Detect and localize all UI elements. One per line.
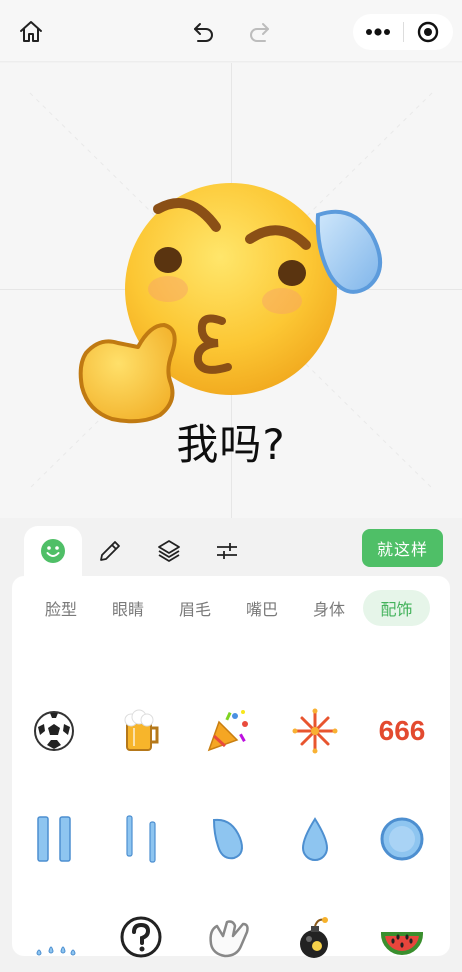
- accessory-item[interactable]: [367, 902, 437, 972]
- category-tab-mouth[interactable]: 嘴巴: [235, 590, 289, 626]
- category-tab-eyebrows[interactable]: 眉毛: [168, 590, 222, 626]
- category-tab-face[interactable]: 脸型: [34, 590, 88, 626]
- tear-streams-icon: [37, 816, 71, 862]
- close-mini-program-button[interactable]: [404, 14, 454, 50]
- home-button[interactable]: [12, 14, 50, 50]
- accessory-item[interactable]: [19, 902, 89, 972]
- accessory-item[interactable]: [106, 804, 176, 874]
- more-dots-icon: [365, 28, 390, 36]
- beer-mug-icon: [124, 709, 159, 751]
- target-icon: [418, 21, 439, 43]
- sweat-drop-icon: [212, 818, 243, 860]
- accessory-item[interactable]: [106, 902, 176, 972]
- more-button[interactable]: [353, 14, 403, 50]
- category-tabs: 脸型 眼睛 眉毛 嘴巴 身体 配饰: [12, 590, 450, 626]
- soccer-ball-icon: [34, 711, 74, 751]
- accessory-item[interactable]: [280, 804, 350, 874]
- redo-button[interactable]: [241, 14, 277, 50]
- blue-ring-icon: [380, 817, 424, 861]
- tool-pencil-tab[interactable]: [81, 526, 139, 576]
- done-button[interactable]: 就这样: [362, 529, 443, 567]
- thin-tear-streams-icon: [126, 815, 156, 863]
- emoji-hand[interactable]: [78, 323, 177, 424]
- hand-icon: [209, 920, 249, 958]
- accessory-item[interactable]: [367, 804, 437, 874]
- question-mark-icon: [120, 916, 162, 958]
- tool-layers-tab[interactable]: [140, 526, 198, 576]
- smiley-icon: [41, 539, 65, 563]
- splash-drops-icon: [36, 946, 76, 956]
- accessory-item[interactable]: [280, 902, 350, 972]
- emoji-canvas[interactable]: 我吗?: [0, 63, 462, 518]
- undo-button[interactable]: [186, 14, 222, 50]
- text-666-icon: 666: [378, 715, 426, 746]
- tool-adjust-tab[interactable]: [198, 526, 256, 576]
- editor-panel: 就这样 脸型 眼睛 眉毛 嘴巴 身体 配饰 666: [0, 518, 462, 958]
- accessory-item[interactable]: [19, 696, 89, 766]
- bomb-icon: [300, 917, 328, 958]
- redo-icon: [250, 23, 269, 42]
- category-tab-body[interactable]: 身体: [302, 590, 356, 626]
- accessory-item[interactable]: [193, 804, 263, 874]
- category-tab-accessories[interactable]: 配饰: [363, 590, 430, 626]
- tool-row: 就这样: [0, 518, 462, 578]
- accessory-item[interactable]: [193, 696, 263, 766]
- watermelon-icon: [380, 932, 424, 955]
- sliders-icon: [217, 543, 237, 559]
- accessory-item[interactable]: [19, 804, 89, 874]
- layers-icon: [158, 540, 180, 562]
- accessory-item[interactable]: 666: [367, 696, 437, 766]
- undo-icon: [194, 23, 213, 42]
- party-popper-icon: [207, 710, 248, 752]
- tool-smiley-tab[interactable]: [24, 526, 82, 576]
- accessory-item[interactable]: [106, 696, 176, 766]
- home-icon: [20, 21, 42, 42]
- accessory-item[interactable]: [193, 902, 263, 972]
- mini-program-capsule: [353, 14, 453, 50]
- pencil-icon: [100, 541, 120, 561]
- top-bar: [0, 0, 462, 62]
- accessory-item[interactable]: [280, 696, 350, 766]
- water-drop-icon: [301, 817, 329, 861]
- canvas-caption-text[interactable]: 我吗?: [0, 411, 462, 472]
- fireworks-icon: [292, 708, 338, 754]
- component-picker: 脸型 眼睛 眉毛 嘴巴 身体 配饰 666: [12, 576, 450, 958]
- category-tab-eyes[interactable]: 眼睛: [101, 590, 155, 626]
